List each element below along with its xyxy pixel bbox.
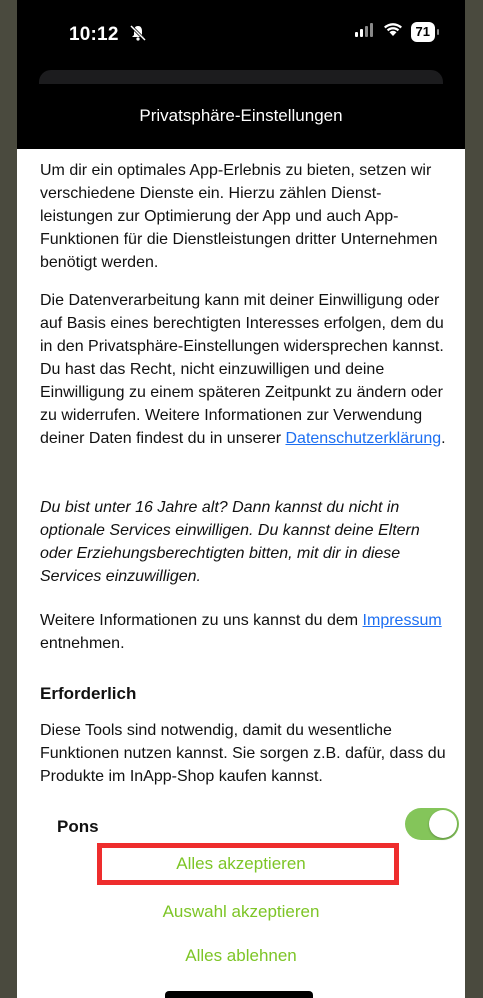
imprint-end: entnehmen.	[40, 635, 125, 652]
accept-selection-button[interactable]: Auswahl akzeptieren	[17, 901, 465, 923]
consent-content: Um dir ein optimales App-Erlebnis zu bie…	[17, 149, 465, 998]
required-description: Diese Tools sind notwendig, damit du wes…	[40, 722, 446, 785]
service-label-pons: Pons	[57, 817, 99, 836]
bell-muted-icon	[129, 24, 149, 44]
data-processing-end: .	[441, 430, 446, 447]
privacy-policy-link[interactable]: Datenschutzerklärung	[285, 430, 441, 447]
page-title: Privatsphäre-Einstellungen	[139, 106, 343, 125]
data-processing-paragraph: Die Datenverarbeitung kann mit deiner Ei…	[40, 289, 450, 450]
status-bar: 10:12 71	[17, 0, 465, 70]
accept-all-button[interactable]: Alles akzeptieren	[17, 853, 465, 875]
signal-icon	[354, 22, 375, 42]
imprint-paragraph: Weitere Informationen zu uns kannst du d…	[40, 609, 450, 655]
wifi-icon	[383, 22, 403, 42]
age-notice-paragraph: Du bist unter 16 Jahre alt? Dann kannst …	[40, 499, 420, 585]
battery-indicator: 71	[410, 22, 440, 42]
home-indicator	[165, 991, 313, 998]
pons-toggle[interactable]	[405, 808, 459, 840]
modal-header: Privatsphäre-Einstellungen	[17, 84, 465, 149]
status-time: 10:12	[69, 24, 119, 45]
imprint-text: Weitere Informationen zu uns kannst du d…	[40, 612, 363, 629]
status-icons: 71	[354, 22, 440, 42]
data-processing-text: Die Datenverarbeitung kann mit deiner Ei…	[40, 292, 444, 447]
required-section-title: Erforderlich	[40, 684, 137, 703]
imprint-link[interactable]: Impressum	[363, 612, 442, 629]
intro-paragraph: Um dir ein optimales App-Erlebnis zu bie…	[40, 162, 438, 271]
reject-all-button[interactable]: Alles ablehnen	[17, 945, 465, 967]
phone-screen: 10:12 71 Privatsphäre-Einstellungen Um d…	[17, 0, 465, 998]
toggle-knob	[429, 810, 457, 838]
